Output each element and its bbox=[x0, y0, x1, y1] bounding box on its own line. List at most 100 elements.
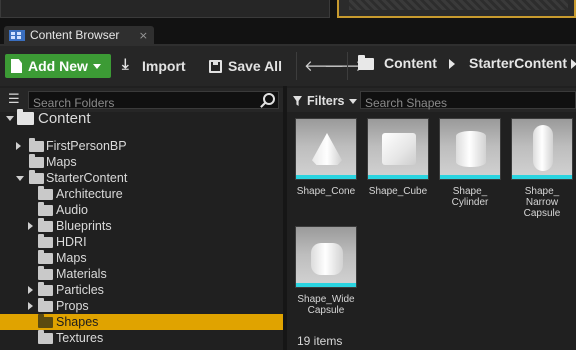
folder-tree-item[interactable]: Content bbox=[0, 108, 283, 128]
folder-label: Blueprints bbox=[56, 219, 112, 233]
item-count: 19 items bbox=[297, 334, 343, 348]
filters-button[interactable]: Filters bbox=[293, 92, 357, 110]
asset-type-color-bar bbox=[368, 175, 428, 179]
tab-content-browser[interactable]: Content Browser × bbox=[4, 26, 154, 44]
breadcrumb-separator-icon[interactable] bbox=[449, 59, 455, 69]
search-icon[interactable] bbox=[263, 93, 275, 105]
folder-label: StarterContent bbox=[46, 171, 128, 185]
divider bbox=[347, 52, 348, 80]
expanded-arrow-icon[interactable] bbox=[16, 175, 24, 181]
folder-icon bbox=[38, 313, 53, 328]
breadcrumb-item-startercontent[interactable]: StarterContent bbox=[469, 55, 567, 71]
save-icon bbox=[209, 59, 222, 73]
folder-icon bbox=[38, 217, 53, 232]
cube-shape-icon bbox=[382, 133, 416, 165]
folder-tree-item[interactable]: FirstPersonBP bbox=[0, 137, 283, 154]
asset-search-input[interactable] bbox=[361, 95, 561, 111]
folder-tree-item[interactable]: Audio bbox=[0, 201, 283, 218]
tab-label: Content Browser bbox=[30, 28, 120, 42]
folder-label: Props bbox=[56, 299, 89, 313]
wide-capsule-shape-icon bbox=[311, 243, 343, 275]
folder-tree-item[interactable]: Shapes bbox=[0, 313, 283, 330]
folder-icon bbox=[358, 55, 374, 70]
asset-name: Shape_Cube bbox=[368, 186, 428, 197]
folder-tree-item[interactable]: Architecture bbox=[0, 185, 283, 202]
folder-icon bbox=[38, 233, 53, 248]
content-browser-panel: Add New Import Save All 🡐 🡒 Content Star… bbox=[0, 44, 576, 350]
folder-tree-item[interactable]: Props bbox=[0, 297, 283, 314]
expanded-arrow-icon[interactable] bbox=[6, 115, 14, 121]
breadcrumb-item-content[interactable]: Content bbox=[384, 55, 437, 71]
collapsed-arrow-icon[interactable] bbox=[16, 142, 21, 150]
folder-label: FirstPersonBP bbox=[46, 139, 127, 153]
folder-icon bbox=[38, 297, 53, 312]
asset-type-color-bar bbox=[440, 175, 500, 179]
save-all-label: Save All bbox=[228, 58, 282, 74]
folder-label: Audio bbox=[56, 203, 88, 217]
new-document-icon bbox=[11, 59, 22, 73]
folder-icon bbox=[29, 153, 44, 168]
filter-icon bbox=[293, 96, 302, 106]
chevron-down-icon bbox=[92, 63, 101, 69]
close-icon[interactable]: × bbox=[139, 29, 148, 42]
cylinder-shape-icon bbox=[456, 131, 486, 167]
asset-thumbnail bbox=[295, 118, 357, 180]
asset-thumbnail bbox=[511, 118, 573, 180]
filters-label: Filters bbox=[307, 94, 345, 108]
folder-tree-item[interactable]: StarterContent bbox=[0, 169, 283, 186]
folder-tree-item[interactable]: Materials bbox=[0, 265, 283, 282]
import-button[interactable]: Import bbox=[122, 54, 186, 78]
asset-name: Shape_Wide Capsule bbox=[297, 294, 355, 316]
folder-tree-item[interactable]: Textures bbox=[0, 329, 283, 346]
collapsed-arrow-icon[interactable] bbox=[28, 286, 33, 294]
folder-label: Architecture bbox=[56, 187, 123, 201]
folder-label: Content bbox=[38, 109, 91, 127]
asset-name: Shape_ Cylinder bbox=[451, 186, 489, 208]
save-all-button[interactable]: Save All bbox=[209, 54, 282, 78]
breadcrumb-separator-icon[interactable] bbox=[571, 59, 576, 69]
folder-label: Textures bbox=[56, 331, 104, 345]
import-label: Import bbox=[142, 58, 186, 74]
toolbar: Add New Import Save All 🡐 🡒 Content Star… bbox=[0, 46, 576, 84]
folder-label: HDRI bbox=[56, 235, 87, 249]
asset-thumbnail bbox=[439, 118, 501, 180]
tab-bar: Content Browser × bbox=[0, 24, 576, 44]
asset-type-color-bar bbox=[512, 175, 572, 179]
folder-icon bbox=[38, 281, 53, 296]
folder-tree-item[interactable]: HDRI bbox=[0, 233, 283, 250]
collapsed-arrow-icon[interactable] bbox=[28, 222, 33, 230]
add-new-label: Add New bbox=[28, 58, 88, 74]
capsule-shape-icon bbox=[533, 125, 553, 171]
top-panels-strip bbox=[0, 0, 576, 24]
folder-label: Materials bbox=[56, 267, 107, 281]
content-browser-icon bbox=[9, 29, 25, 41]
folder-icon bbox=[38, 201, 53, 216]
folder-label: Maps bbox=[56, 251, 87, 265]
divider bbox=[296, 52, 297, 80]
folder-icon bbox=[29, 137, 44, 152]
folder-tree-item[interactable]: Blueprints bbox=[0, 217, 283, 234]
folder-icon bbox=[38, 265, 53, 280]
folder-tree-item[interactable]: Maps bbox=[0, 249, 283, 266]
folder-search-box bbox=[28, 91, 279, 111]
folder-label: Shapes bbox=[56, 315, 99, 329]
collapsed-arrow-icon[interactable] bbox=[28, 302, 33, 310]
folder-icon bbox=[29, 169, 44, 184]
folder-icon bbox=[38, 249, 53, 264]
import-icon bbox=[122, 56, 136, 73]
folder-icon bbox=[38, 329, 53, 344]
asset-thumbnail bbox=[295, 226, 357, 288]
asset-type-color-bar bbox=[296, 283, 356, 287]
add-new-button[interactable]: Add New bbox=[5, 54, 111, 78]
cone-shape-icon bbox=[312, 133, 342, 165]
folder-label: Maps bbox=[46, 155, 77, 169]
asset-thumbnail bbox=[367, 118, 429, 180]
asset-name: Shape_Cone bbox=[296, 186, 356, 197]
asset-view-pane: Filters Shape_Cone Shape_Cube Shape_ Cylin… bbox=[287, 86, 576, 350]
folder-icon bbox=[17, 108, 34, 125]
chevron-down-icon bbox=[348, 98, 357, 104]
folder-tree-item[interactable]: Particles bbox=[0, 281, 283, 298]
asset-name: Shape_ Narrow Capsule bbox=[523, 186, 561, 219]
sources-panel-toggle-icon[interactable] bbox=[8, 92, 24, 108]
folder-tree-item[interactable]: Maps bbox=[0, 153, 283, 170]
